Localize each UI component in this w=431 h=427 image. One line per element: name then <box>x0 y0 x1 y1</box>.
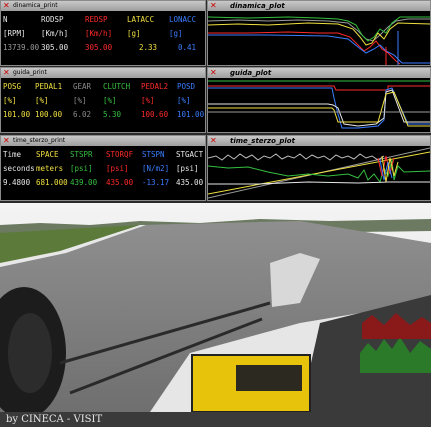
window-title: dinamica_print <box>13 2 58 9</box>
header-cell: STSPN <box>142 150 165 159</box>
window-title: guida_plot <box>230 69 272 77</box>
header-cell: STORQF <box>106 150 134 159</box>
guida-print-titlebar[interactable]: ✕ guida_print <box>1 68 205 78</box>
unit-cell: [RPM] <box>3 29 26 38</box>
unit-cell: [psi] <box>106 164 129 173</box>
plot-trace-grey-noise <box>208 153 385 161</box>
value-cell: 100.00 <box>35 110 63 119</box>
window-title: time_sterzo_print <box>13 137 66 144</box>
sterzo-print-titlebar[interactable]: ✕ time_sterzo_print <box>1 136 205 146</box>
guida-print-window: ✕ guida_print POSG PEDAL1 GEAR CLUTCH PE… <box>0 67 206 133</box>
unit-cell: [%] <box>141 96 155 105</box>
close-icon[interactable]: ✕ <box>3 69 10 77</box>
unit-cell: [Km/h] <box>85 29 113 38</box>
sterzo-plot-canvas <box>208 147 430 199</box>
header-cell: LONACC <box>169 15 197 24</box>
sponsor-panel-inner <box>236 365 302 391</box>
unit-cell: [%] <box>103 96 117 105</box>
plot-trace-white <box>208 181 430 185</box>
unit-cell: [Km/h] <box>41 29 69 38</box>
window-title: dinamica_plot <box>230 2 285 10</box>
value-cell: 681.000 <box>36 178 68 187</box>
header-cell: STSPR <box>70 150 93 159</box>
plot-trace-yellow <box>208 22 430 46</box>
unit-cell: [%] <box>73 96 87 105</box>
sterzo-plot-titlebar[interactable]: ✕ time_sterzo_plot <box>208 136 430 146</box>
value-cell: 0.41 <box>177 43 197 52</box>
value-cell: 305.00 <box>41 43 69 52</box>
unit-cell: meters <box>36 164 64 173</box>
onboard-camera-image <box>0 203 431 412</box>
dinamica-plot-window: ✕ dinamica_plot <box>207 0 431 66</box>
unit-cell: [g] <box>169 29 183 38</box>
unit-cell: [psi] <box>176 164 199 173</box>
close-icon[interactable]: ✕ <box>210 69 217 77</box>
close-icon[interactable]: ✕ <box>3 2 10 10</box>
value-cell: 13739.00 <box>3 43 40 52</box>
sterzo-print-table: Time SPACE STSPR STORQF STSPN STGACT sec… <box>1 146 205 190</box>
plot-trace-grey <box>208 18 430 42</box>
dinamica-print-titlebar[interactable]: ✕ dinamica_print <box>1 1 205 11</box>
header-cell: GEAR <box>73 82 92 91</box>
header-cell: REDSP <box>85 15 108 24</box>
window-title: guida_print <box>13 69 47 76</box>
unit-cell: [%] <box>35 96 49 105</box>
plot-trace-yellow-diagonal <box>208 151 430 195</box>
header-cell: RODSP <box>41 15 64 24</box>
unit-cell: [g] <box>127 29 141 38</box>
header-cell: POSG <box>3 82 22 91</box>
guida-plot-titlebar[interactable]: ✕ guida_plot <box>208 68 430 78</box>
guida-print-table: POSG PEDAL1 GEAR CLUTCH PEDAL2 POSD [%] … <box>1 78 205 122</box>
value-cell: 439.00 <box>70 178 98 187</box>
plot-trace-blue <box>208 34 430 64</box>
window-title: time_sterzo_plot <box>230 137 295 145</box>
header-cell: PEDAL1 <box>35 82 63 91</box>
unit-cell: [psi] <box>70 164 93 173</box>
value-cell: 305.00 <box>85 43 113 52</box>
header-cell: Time <box>3 150 22 159</box>
value-cell: 100.60 <box>141 110 169 119</box>
value-cell: 2.33 <box>138 43 158 52</box>
plot-trace-green <box>208 159 430 184</box>
guida-plot-window: ✕ guida_plot <box>207 67 431 133</box>
value-cell: 101.00 <box>177 110 205 119</box>
value-cell: 101.00 <box>3 110 31 119</box>
header-cell: CLUTCH <box>103 82 131 91</box>
value-cell: 435.00 <box>176 178 204 187</box>
sterzo-print-window: ✕ time_sterzo_print Time SPACE STSPR STO… <box>0 135 206 201</box>
unit-cell: [N/m2] <box>142 164 170 173</box>
unit-cell: seconds <box>3 164 35 173</box>
sterzo-plot-window: ✕ time_sterzo_plot <box>207 135 431 201</box>
header-cell: STGACT <box>176 150 204 159</box>
dinamica-print-table: N RODSP REDSP LATACC LONACC [RPM] [Km/h]… <box>1 11 205 55</box>
unit-cell: [%] <box>177 96 191 105</box>
value-cell: -13.17 <box>142 178 170 187</box>
plot-trace-red <box>208 31 401 65</box>
header-cell: LATACC <box>127 15 155 24</box>
value-cell: 6.02 <box>73 110 92 119</box>
front-left-wheel-rim <box>8 313 52 393</box>
header-cell: PEDAL2 <box>141 82 169 91</box>
header-cell: POSD <box>177 82 196 91</box>
plot-trace-yellow <box>208 91 430 127</box>
unit-cell: [%] <box>3 96 17 105</box>
header-cell: SPACE <box>36 150 59 159</box>
credit-caption: by CINECA - VISIT <box>0 412 431 427</box>
dinamica-plot-canvas <box>208 16 430 65</box>
dinamica-print-window: ✕ dinamica_print N RODSP REDSP LATACC LO… <box>0 0 206 66</box>
close-icon[interactable]: ✕ <box>210 137 217 145</box>
onboard-camera-view <box>0 203 431 412</box>
value-cell: 435.00 <box>106 178 134 187</box>
value-cell: 5.30 <box>103 110 122 119</box>
close-icon[interactable]: ✕ <box>210 2 217 10</box>
dinamica-plot-titlebar[interactable]: ✕ dinamica_plot <box>208 1 430 11</box>
guida-plot-canvas <box>208 80 430 129</box>
close-icon[interactable]: ✕ <box>3 137 10 145</box>
header-cell: N <box>3 15 8 24</box>
value-cell: 9.4800 <box>3 178 31 187</box>
